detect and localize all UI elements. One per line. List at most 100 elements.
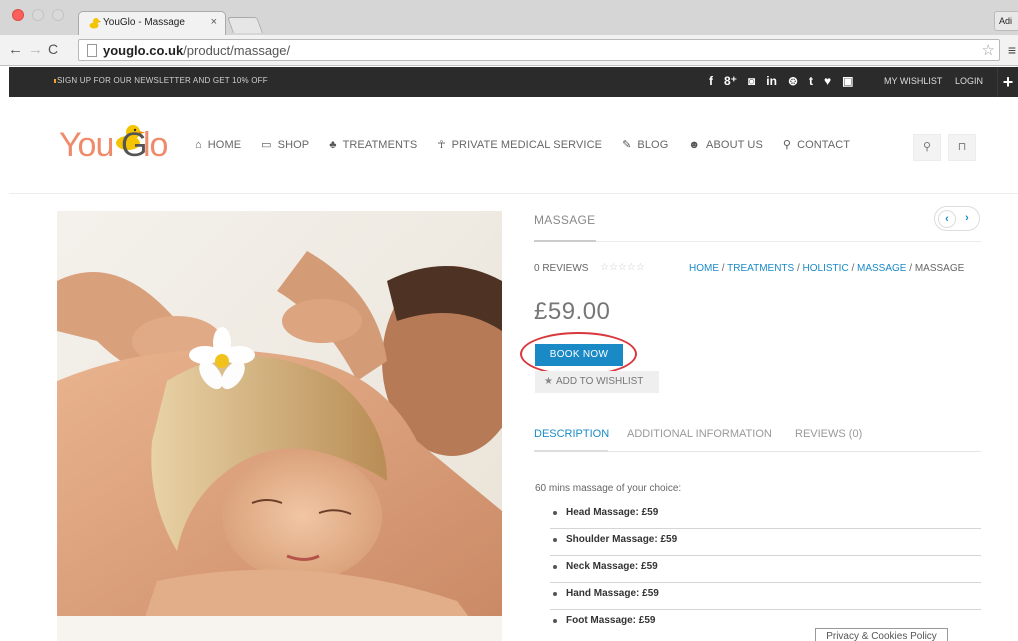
address-bar[interactable]: youglo.co.uk/product/massage/ ☆ <box>78 39 1000 61</box>
url-text[interactable]: youglo.co.uk/product/massage/ <box>103 43 290 58</box>
new-tab-button[interactable] <box>227 17 263 33</box>
home-icon: ⌂ <box>195 138 202 151</box>
search-icon: ⚲ <box>922 141 932 153</box>
login-link[interactable]: LOGIN <box>955 76 983 86</box>
chevron-left-icon[interactable]: ‹ <box>938 210 956 228</box>
nav-shop[interactable]: ▭ SHOP <box>261 138 310 152</box>
nav-private-medical-label: PRIVATE MEDICAL SERVICE <box>451 138 603 151</box>
back-arrow-icon[interactable]: ← <box>8 41 23 58</box>
site-header: You G lo ⌂ HOME ▭ SHOP ♣ TREATMENTS ☥ PR… <box>9 97 1018 194</box>
close-window-button[interactable] <box>12 9 24 21</box>
nav-treatments-label: TREATMENTS <box>342 138 418 151</box>
tab-reviews[interactable]: REVIEWS (0) <box>795 428 862 440</box>
title-underline <box>534 240 596 242</box>
nav-home-label: HOME <box>207 138 242 151</box>
tab-close-icon[interactable]: × <box>211 16 217 28</box>
chevron-right-icon[interactable]: › <box>958 210 976 228</box>
breadcrumb: HOME / TREATMENTS / HOLISTIC / MASSAGE /… <box>689 263 964 274</box>
nav-private-medical-service[interactable]: ☥ PRIVATE MEDICAL SERVICE <box>437 138 603 152</box>
bookmark-star-icon[interactable]: ☆ <box>982 41 995 59</box>
map-marker-icon: ⚲ <box>782 139 792 151</box>
tumblr-icon[interactable]: t <box>809 73 813 89</box>
tab-description[interactable]: DESCRIPTION <box>534 428 609 440</box>
url-host: youglo.co.uk <box>103 43 184 58</box>
tab-title: YouGlo - Massage <box>103 17 185 28</box>
nav-treatments[interactable]: ♣ TREATMENTS <box>329 139 417 151</box>
social-links: f 8⁺ ◙ in ⊛ t ♥ ▣ <box>709 73 853 89</box>
breadcrumb-treatments[interactable]: TREATMENTS <box>727 263 794 274</box>
nav-home[interactable]: ⌂ HOME <box>195 139 241 151</box>
cart-icon: ⊓ <box>957 141 967 153</box>
page-icon <box>87 44 97 57</box>
list-item-text: Head Massage: £59 <box>566 507 659 518</box>
product-price: £59.00 <box>534 298 611 325</box>
browser-menu-icon[interactable]: ≡ <box>1008 42 1016 58</box>
tab-additional-information[interactable]: ADDITIONAL INFORMATION <box>627 428 772 440</box>
massage-options-list: Head Massage: £59 Shoulder Massage: £59 … <box>550 502 981 637</box>
nav-shop-label: SHOP <box>277 138 310 151</box>
cart-button[interactable]: ⊓ <box>948 134 976 161</box>
browser-titlebar: YouGlo - Massage × Adi <box>0 0 1018 35</box>
treatments-icon: ♣ <box>329 138 337 151</box>
newsletter-promo-link[interactable]: SIGN UP FOR OUR NEWSLETTER AND GET 10% O… <box>57 76 268 85</box>
breadcrumb-home[interactable]: HOME <box>689 263 719 274</box>
list-item-text: Foot Massage: £59 <box>566 615 656 626</box>
list-item-text: Neck Massage: £59 <box>566 561 658 572</box>
reload-icon[interactable]: C <box>48 41 58 57</box>
nav-about-us[interactable]: ☻ ABOUT US <box>688 139 763 151</box>
breadcrumb-massage[interactable]: MASSAGE <box>857 263 906 274</box>
nav-about-us-label: ABOUT US <box>706 138 763 151</box>
zoom-window-button[interactable] <box>52 9 64 21</box>
active-tab-indicator <box>534 450 608 452</box>
product-nav-arrows: ‹ › <box>934 206 980 231</box>
twitter-icon[interactable]: ♥ <box>824 73 831 89</box>
bullet-icon <box>553 511 557 515</box>
privacy-cookies-policy-button[interactable]: Privacy & Cookies Policy <box>815 628 948 641</box>
instagram-icon[interactable]: ◙ <box>748 73 755 89</box>
highlight-ring <box>520 332 637 376</box>
massage-photo <box>57 211 502 641</box>
minimize-window-button[interactable] <box>32 9 44 21</box>
reviews-count-link[interactable]: 0 REVIEWS <box>534 263 588 274</box>
product-tabs: DESCRIPTION ADDITIONAL INFORMATION REVIE… <box>534 426 981 452</box>
search-button[interactable]: ⚲ <box>913 134 941 161</box>
add-to-wishlist-label: ADD TO WISHLIST <box>555 376 644 387</box>
duck-favicon-icon <box>89 18 101 29</box>
site-topbar: SIGN UP FOR OUR NEWSLETTER AND GET 10% O… <box>9 67 1018 97</box>
linkedin-icon[interactable]: in <box>766 73 777 89</box>
main-navigation: ⌂ HOME ▭ SHOP ♣ TREATMENTS ☥ PRIVATE MED… <box>195 138 870 152</box>
google-plus-icon[interactable]: 8⁺ <box>724 73 737 89</box>
plus-icon[interactable]: + <box>997 67 1018 97</box>
breadcrumb-separator: / <box>906 263 915 274</box>
my-wishlist-link[interactable]: MY WISHLIST <box>884 76 942 86</box>
description-intro: 60 mins massage of your choice: <box>535 483 682 494</box>
list-item: Hand Massage: £59 <box>550 583 981 610</box>
list-item: Shoulder Massage: £59 <box>550 529 981 556</box>
users-icon: ☻ <box>688 138 701 151</box>
profile-button[interactable]: Adi <box>994 11 1018 31</box>
browser-toolbar: ← → C youglo.co.uk/product/massage/ ☆ ≡ <box>0 35 1018 66</box>
nav-contact[interactable]: ⚲ CONTACT <box>782 138 851 152</box>
list-item-text: Shoulder Massage: £59 <box>566 534 678 545</box>
browser-tab[interactable]: YouGlo - Massage × <box>78 11 226 35</box>
breadcrumb-separator: / <box>719 263 728 274</box>
facebook-icon[interactable]: f <box>709 73 713 89</box>
breadcrumb-current: MASSAGE <box>914 263 965 274</box>
pinterest-icon[interactable]: ⊛ <box>788 73 798 89</box>
nav-blog[interactable]: ✎ BLOG <box>622 138 668 152</box>
product-image[interactable] <box>57 211 502 641</box>
bullet-icon <box>553 565 557 569</box>
bullet-icon <box>553 592 557 596</box>
rating-stars: ☆☆☆☆☆ <box>600 262 645 273</box>
youtube-icon[interactable]: ▣ <box>842 73 853 89</box>
star-icon: ★ <box>544 376 553 387</box>
promo-marker <box>54 79 56 83</box>
site-logo[interactable]: You G lo <box>59 125 179 166</box>
nav-contact-label: CONTACT <box>797 138 851 151</box>
add-to-wishlist-button[interactable]: ★ ADD TO WISHLIST <box>535 371 659 393</box>
list-item: Neck Massage: £59 <box>550 556 981 583</box>
stethoscope-icon: ☥ <box>437 139 446 151</box>
breadcrumb-holistic[interactable]: HOLISTIC <box>803 263 849 274</box>
forward-arrow-icon[interactable]: → <box>28 41 43 58</box>
pencil-icon: ✎ <box>622 139 632 151</box>
